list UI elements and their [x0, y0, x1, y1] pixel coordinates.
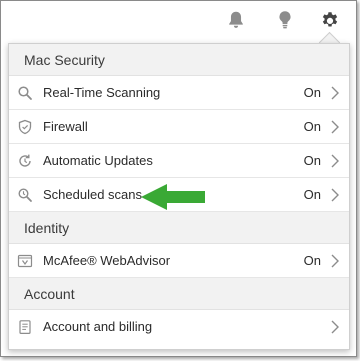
webadvisor-icon [17, 254, 33, 268]
item-status: On [303, 187, 321, 202]
document-icon [19, 320, 31, 335]
menu-item-real-time-scanning[interactable]: Real-Time Scanning On [9, 76, 349, 110]
section-header-account: Account [9, 278, 349, 310]
menu-item-account-and-billing[interactable]: Account and billing [9, 310, 349, 344]
chevron-right-icon [331, 120, 339, 134]
item-label: Scheduled scans [43, 187, 143, 202]
item-status: On [303, 153, 321, 168]
item-status: On [303, 85, 321, 100]
scheduled-search-icon [18, 188, 32, 202]
chevron-right-icon [331, 154, 339, 168]
section-title: Identity [24, 220, 70, 236]
item-label: McAfee® WebAdvisor [43, 253, 171, 268]
section-header-mac-security: Mac Security [9, 44, 349, 76]
chevron-right-icon [331, 320, 339, 334]
chevron-right-icon [331, 86, 339, 100]
item-status: On [303, 253, 321, 268]
menu-item-firewall[interactable]: Firewall On [9, 110, 349, 144]
chevron-right-icon [331, 188, 339, 202]
search-icon [18, 86, 32, 100]
chevron-right-icon [331, 254, 339, 268]
shield-icon [18, 119, 32, 135]
menu-item-automatic-updates[interactable]: Automatic Updates On [9, 144, 349, 178]
menu-item-webadvisor[interactable]: McAfee® WebAdvisor On [9, 244, 349, 278]
top-toolbar [1, 1, 356, 39]
lightbulb-icon[interactable] [274, 9, 296, 31]
gear-icon[interactable] [319, 9, 341, 31]
item-label: Firewall [43, 119, 88, 134]
item-status: On [303, 119, 321, 134]
item-label: Automatic Updates [43, 153, 153, 168]
item-label: Account and billing [43, 319, 153, 334]
section-title: Mac Security [24, 52, 105, 68]
annotation-arrow-icon [141, 184, 205, 210]
item-label: Real-Time Scanning [43, 85, 161, 100]
section-title: Account [24, 286, 75, 302]
refresh-icon [19, 154, 31, 167]
section-header-identity: Identity [9, 212, 349, 244]
bell-icon[interactable] [225, 9, 247, 31]
window-frame: Mac Security Real-Time Scanning On Firew… [0, 0, 357, 357]
